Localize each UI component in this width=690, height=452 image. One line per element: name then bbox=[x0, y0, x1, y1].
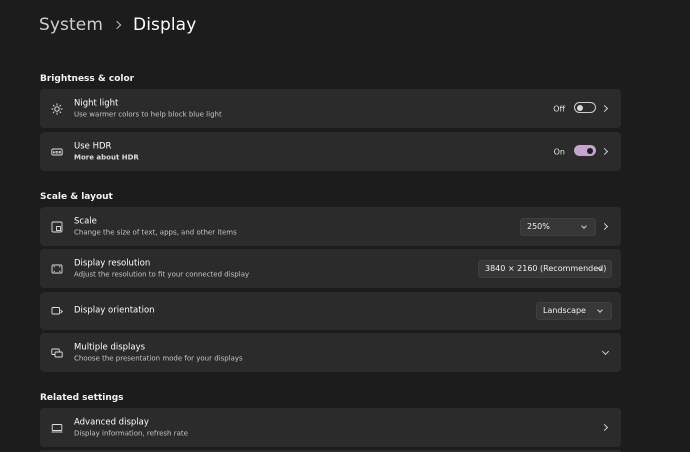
night-light-title: Night light bbox=[74, 98, 119, 108]
display-resolution-value: 3840 × 2160 (Recommended) bbox=[485, 263, 607, 273]
chevron-down-icon[interactable] bbox=[601, 347, 610, 355]
chevron-right-icon bbox=[600, 147, 609, 155]
hdr-toggle[interactable] bbox=[574, 145, 596, 156]
orientation-icon bbox=[51, 305, 63, 317]
multiple-displays-title: Multiple displays bbox=[74, 342, 146, 352]
section-title-brightness: Brightness & color bbox=[40, 74, 135, 84]
display-orientation-row: Display orientation Landscape bbox=[40, 292, 621, 330]
night-light-description: Use warmer colors to help block blue lig… bbox=[74, 110, 222, 118]
settings-page: System Display Brightness & color Night … bbox=[0, 0, 690, 452]
chevron-right-icon bbox=[600, 423, 609, 431]
chevron-down-icon bbox=[597, 307, 603, 313]
chevron-right-icon bbox=[600, 104, 609, 112]
display-resolution-dropdown[interactable]: 3840 × 2160 (Recommended) bbox=[478, 259, 612, 278]
multiple-displays-description: Choose the presentation mode for your di… bbox=[74, 354, 243, 362]
scale-dropdown[interactable]: 250% bbox=[520, 217, 596, 236]
chevron-down-icon bbox=[581, 222, 587, 229]
monitor-icon bbox=[51, 422, 63, 434]
scale-title: Scale bbox=[74, 216, 97, 226]
hdr-state-label: On bbox=[553, 147, 565, 156]
chevron-right-icon bbox=[600, 222, 609, 230]
toggle-knob bbox=[577, 104, 583, 111]
advanced-display-description: Display information, refresh rate bbox=[74, 429, 188, 437]
page-title: Display bbox=[133, 15, 197, 35]
sun-icon bbox=[51, 102, 63, 115]
display-resolution-description: Adjust the resolution to fit your connec… bbox=[74, 270, 250, 278]
display-resolution-row: Display resolution Adjust the resolution… bbox=[40, 249, 621, 288]
scale-dropdown-value: 250% bbox=[527, 221, 550, 231]
advanced-display-row[interactable]: Advanced display Display information, re… bbox=[40, 408, 621, 447]
scale-description: Change the size of text, apps, and other… bbox=[74, 228, 237, 236]
display-orientation-dropdown[interactable]: Landscape bbox=[536, 302, 612, 320]
multiple-displays-row[interactable]: Multiple displays Choose the presentatio… bbox=[40, 333, 621, 372]
hdr-icon: HDR bbox=[51, 146, 63, 158]
display-orientation-value: Landscape bbox=[543, 306, 586, 315]
hdr-row[interactable]: HDR Use HDR More about HDR On bbox=[40, 132, 621, 171]
night-light-toggle[interactable] bbox=[574, 102, 596, 113]
breadcrumb-chevron-icon bbox=[112, 20, 122, 30]
resolution-icon bbox=[51, 263, 63, 275]
section-title-scale: Scale & layout bbox=[40, 192, 113, 202]
display-orientation-title: Display orientation bbox=[74, 305, 155, 316]
hdr-title: Use HDR bbox=[74, 141, 112, 151]
display-resolution-title: Display resolution bbox=[74, 258, 151, 268]
advanced-display-title: Advanced display bbox=[74, 417, 149, 427]
more-about-hdr-link[interactable]: More about HDR bbox=[74, 152, 139, 162]
night-light-row[interactable]: Night light Use warmer colors to help bl… bbox=[40, 89, 621, 128]
section-title-related: Related settings bbox=[40, 393, 124, 403]
scale-row[interactable]: Scale Change the size of text, apps, and… bbox=[40, 207, 621, 246]
night-light-state-label: Off bbox=[553, 104, 565, 113]
svg-text:HDR: HDR bbox=[53, 150, 62, 154]
scale-icon bbox=[51, 221, 63, 233]
multiple-displays-icon bbox=[51, 347, 63, 359]
toggle-knob bbox=[587, 147, 593, 154]
breadcrumb: System Display bbox=[39, 13, 196, 37]
breadcrumb-system-link[interactable]: System bbox=[39, 15, 103, 35]
